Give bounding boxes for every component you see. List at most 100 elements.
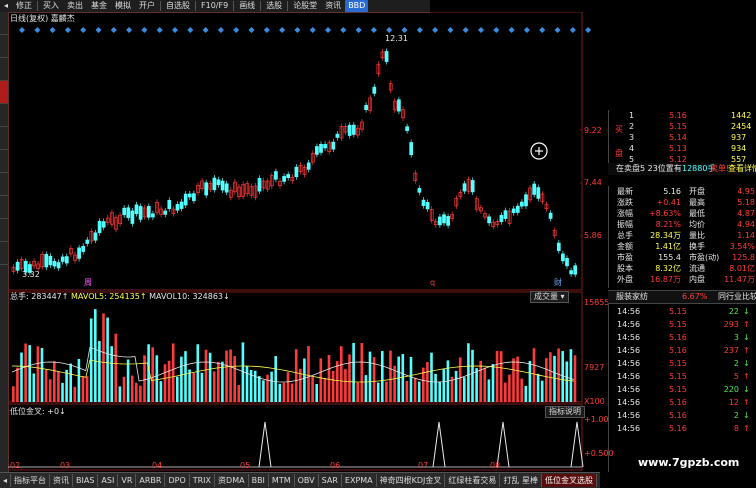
indicator-tab[interactable]: DPO [165, 474, 190, 487]
tick-row[interactable]: 14:56 5.16 237 ↑ [609, 345, 756, 356]
tick-price: 5.15 [669, 385, 687, 394]
sidebar-tab[interactable] [0, 35, 8, 58]
quote-value: 5.16 [663, 187, 681, 196]
indicator-tab[interactable]: TRIX [190, 474, 216, 487]
quote-value: 8.32亿 [655, 264, 681, 273]
indicator-tab[interactable]: ASI [98, 474, 119, 487]
tool-simulate[interactable]: 模拟 [111, 0, 135, 12]
kline-chart[interactable] [8, 12, 608, 472]
indicator-tab[interactable]: 打乱 星棒 [500, 474, 542, 487]
industry-compare-tab[interactable]: 同行业比较 [718, 291, 756, 302]
tick-row[interactable]: 14:56 5.15 22 ↓ [609, 306, 756, 317]
indicator-tab[interactable]: 低位金叉选股 [541, 474, 597, 487]
signal-diamond [462, 27, 469, 33]
divider [195, 1, 197, 11]
volume-bar [389, 350, 392, 402]
sidebar-tab-active[interactable] [0, 81, 8, 104]
sidebar-tab[interactable] [0, 127, 8, 150]
candle-body [138, 206, 143, 220]
tick-time: 14:56 [617, 411, 641, 420]
tool-open-account[interactable]: 开户 [135, 0, 159, 12]
signal-diamond [355, 27, 362, 33]
tick-row[interactable]: 14:56 5.15 2 ↓ [609, 358, 756, 369]
tick-row[interactable]: 14:56 5.15 293 ↑ [609, 319, 756, 330]
tick-price: 5.15 [669, 320, 687, 329]
candle-body [134, 204, 139, 215]
tick-list[interactable]: 14:56 5.15 22 ↓ 14:56 5.15 293 ↑ 14:56 5.16 3 ↓ 14:5… [608, 304, 756, 472]
bbd-badge[interactable]: BBD [345, 0, 369, 12]
orderbook-row[interactable]: 4 5.13 934 [609, 143, 756, 154]
indicator-tab[interactable]: 红绿柱看交易 [445, 474, 501, 487]
volume-bar [294, 349, 298, 402]
candle-body [331, 141, 336, 150]
sidebar-tab[interactable] [0, 196, 8, 219]
tool-buy[interactable]: 买入 [39, 0, 63, 12]
volume-legend: 总手: 283447↑ MAVOL5: 254135↑ MAVOL10: 324… [10, 291, 230, 302]
orderbook-row[interactable]: 3 5.14 937 [609, 132, 756, 143]
candle-body [192, 193, 196, 202]
candle-body [257, 178, 262, 192]
tick-time: 14:56 [617, 320, 641, 329]
tick-row[interactable]: 14:56 5.15 220 ↓ [609, 384, 756, 395]
indicator-tab[interactable]: VR [118, 474, 137, 487]
tick-volume: 2 [733, 359, 739, 368]
indicator-tab[interactable]: 资讯 [50, 474, 74, 487]
volume-axis-label: X100 [584, 397, 605, 406]
sidebar-tab[interactable] [0, 173, 8, 196]
alert-line[interactable]: 在卖盘5 23位置有 12880手 卖单! 查看详情 [608, 163, 756, 175]
indicator-help-button[interactable]: 指标说明 [545, 406, 585, 418]
tool-f10[interactable]: F10/F9 [197, 0, 232, 12]
tick-row[interactable]: 14:56 5.16 3 ↓ [609, 332, 756, 343]
indicator-tab[interactable]: MTM [269, 474, 295, 487]
candle-body [97, 220, 102, 233]
candle-body [126, 207, 131, 218]
alert-detail-link[interactable]: 查看详情 [728, 163, 756, 174]
tool-修正[interactable]: 修正 [12, 0, 36, 12]
indicator-tab[interactable]: BIAS [73, 474, 99, 487]
volume-bar [184, 351, 187, 402]
volume-bar [53, 361, 56, 402]
quote-value: 5.18 [737, 198, 755, 207]
tool-screener[interactable]: 选股 [262, 0, 286, 12]
tick-row[interactable]: 14:56 5.16 12 ↑ [609, 397, 756, 408]
tool-watchlist[interactable]: 自选股 [162, 0, 194, 12]
tool-forum[interactable]: 论股堂 [289, 0, 321, 12]
volume-bar [348, 354, 351, 402]
indicator-tab[interactable]: 指标平台 [11, 474, 51, 487]
sidebar-tab[interactable] [0, 150, 8, 173]
volume-selector-button[interactable]: 成交量 ▾ [530, 291, 569, 303]
candlesticks [11, 48, 578, 278]
tick-row[interactable]: 14:56 5.16 2 ↓ [609, 410, 756, 421]
tool-sell[interactable]: 卖出 [63, 0, 87, 12]
indicator-tab[interactable]: EXPMA [342, 474, 377, 487]
tick-volume: 22 [728, 307, 739, 316]
tick-row[interactable]: 14:56 5.15 5 ↑ [609, 371, 756, 382]
indicator-tab[interactable]: SAR [319, 474, 342, 487]
industry-tab[interactable]: 服装家纺 [616, 291, 648, 302]
back-icon[interactable]: ◂ [0, 0, 12, 12]
tick-time: 14:56 [617, 424, 641, 433]
signal-diamond [325, 27, 331, 33]
sidebar-tab[interactable] [0, 219, 8, 242]
indicator-tab[interactable]: OBV [295, 474, 319, 487]
tool-fund[interactable]: 基金 [87, 0, 111, 12]
tick-time: 14:56 [617, 307, 641, 316]
indicator-tab[interactable]: BBI [249, 474, 269, 487]
orderbook-row[interactable]: 1 5.16 1442 [609, 110, 756, 121]
tool-news[interactable]: 资讯 [321, 0, 345, 12]
indicator-tab[interactable]: 资DMA [215, 474, 249, 487]
volume-bar [24, 343, 27, 402]
indicator-tab[interactable]: ARBR [136, 474, 166, 487]
sidebar-tab[interactable] [0, 12, 8, 35]
tool-draw[interactable]: 画线 [235, 0, 259, 12]
tick-row[interactable]: 14:56 5.16 8 ↑ [609, 423, 756, 434]
orderbook-row[interactable]: 2 5.15 2454 [609, 121, 756, 132]
tabs-scroll-left-icon[interactable]: ◂ [0, 474, 12, 487]
sidebar-tab[interactable] [0, 58, 8, 81]
candle-body [183, 193, 188, 206]
volume-bar [413, 377, 417, 402]
candle-body [347, 124, 352, 136]
sidebar-tab[interactable] [0, 104, 8, 127]
sidebar-tab[interactable] [0, 242, 8, 265]
indicator-tab[interactable]: 神奇四根KDJ金叉 [377, 474, 446, 487]
